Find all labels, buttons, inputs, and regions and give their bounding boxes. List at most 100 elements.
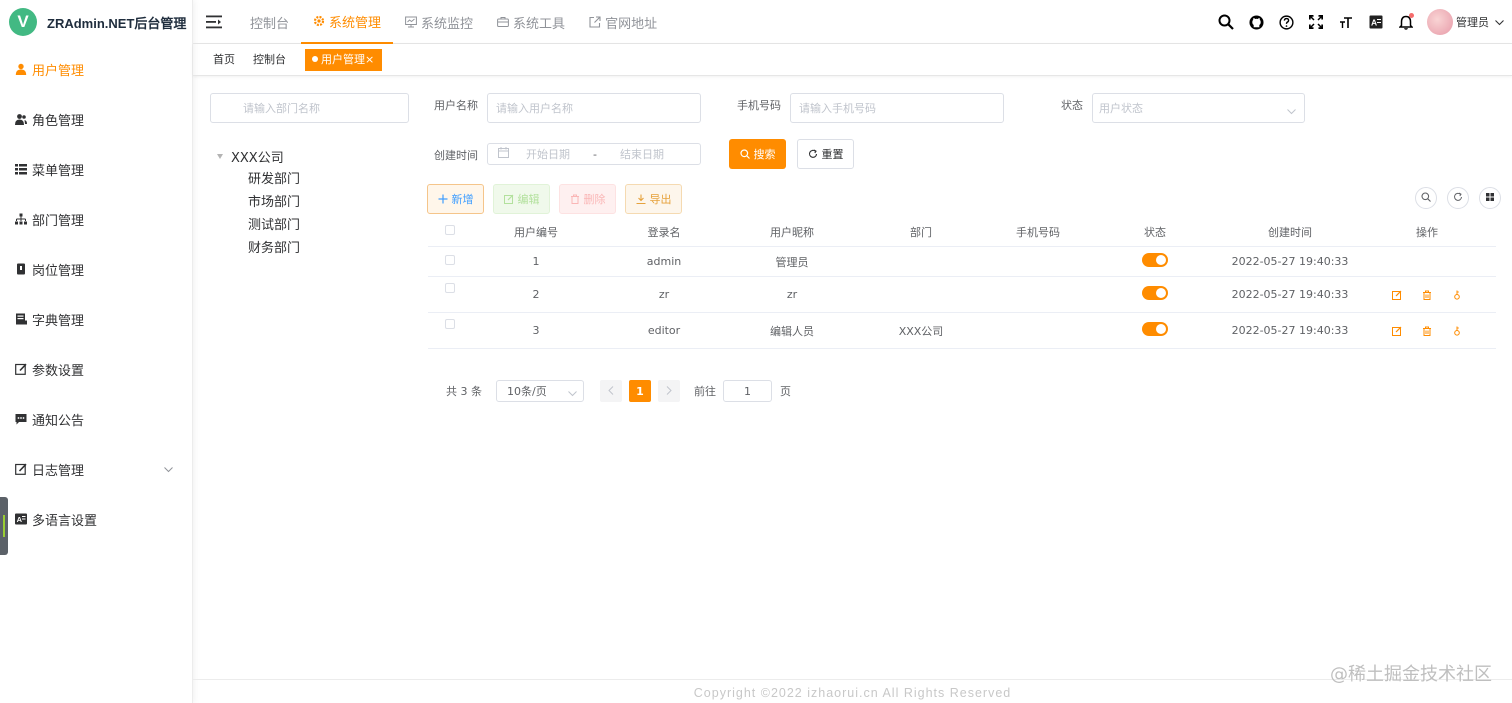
close-icon[interactable]: × [365, 53, 374, 66]
sidebar-item-dept[interactable]: 部门管理 [0, 194, 192, 244]
sidebar-item-language[interactable]: A 多语言设置 [0, 494, 192, 544]
col-header[interactable]: 手机号码 [986, 224, 1090, 240]
settings-drawer-handle[interactable] [0, 497, 8, 555]
columns-button[interactable] [1479, 187, 1501, 209]
date-end[interactable]: 结束日期 [620, 146, 664, 162]
tree-node[interactable]: 研发部门 [217, 168, 300, 191]
sidebar-item-config[interactable]: 参数设置 [0, 344, 192, 394]
external-link-icon [589, 16, 601, 28]
sidebar-item-log[interactable]: 日志管理 [0, 444, 192, 494]
key-icon[interactable] [1442, 326, 1472, 336]
edit-icon[interactable] [1382, 326, 1412, 336]
refresh-button[interactable] [1447, 187, 1469, 209]
goto-page-input[interactable]: 1 [723, 380, 772, 402]
status-switch[interactable] [1142, 253, 1168, 267]
toggle-search-button[interactable] [1415, 187, 1437, 209]
logo[interactable]: V ZRAdmin.NET后台管理 [0, 0, 192, 44]
table-row[interactable]: 3 editor 编辑人员 XXX公司 2022-05-27 19:40:33 [428, 313, 1496, 349]
refresh-icon [808, 149, 818, 159]
reset-button[interactable]: 重置 [797, 139, 854, 169]
tree-node[interactable]: 测试部门 [217, 214, 300, 237]
trash-icon [570, 194, 580, 204]
edit-icon[interactable] [1382, 290, 1412, 300]
row-checkbox[interactable] [445, 255, 455, 265]
sidebar-item-role[interactable]: 角色管理 [0, 94, 192, 144]
col-header[interactable]: 用户昵称 [728, 224, 856, 240]
key-icon[interactable] [1442, 290, 1472, 300]
col-header[interactable]: 登录名 [600, 224, 728, 240]
placeholder: 用户状态 [1099, 102, 1143, 115]
tree-node[interactable]: 市场部门 [217, 191, 300, 214]
chevron-down-icon[interactable] [1495, 15, 1504, 29]
col-header[interactable]: 部门 [856, 224, 986, 240]
tag-dashboard[interactable]: 控制台 [245, 49, 294, 71]
avatar[interactable] [1427, 9, 1453, 35]
add-button[interactable]: 新增 [427, 184, 484, 214]
user-name[interactable]: 管理员 [1456, 14, 1489, 30]
col-header[interactable]: 状态 [1090, 224, 1220, 240]
delete-button[interactable]: 删除 [559, 184, 616, 214]
trash-icon[interactable] [1412, 326, 1442, 336]
sidebar-item-dict[interactable]: 字典管理 [0, 294, 192, 344]
copyright: Copyright ©2022 izhaorui.cn All Rights R… [693, 686, 1012, 700]
search-button[interactable]: 搜索 [729, 139, 786, 169]
language-icon: A [15, 513, 27, 525]
phone-input[interactable]: 请输入手机号码 [790, 93, 1004, 123]
row-checkbox[interactable] [445, 283, 455, 293]
bell-icon[interactable] [1391, 7, 1421, 37]
placeholder: 请输入部门名称 [243, 102, 320, 115]
export-button[interactable]: 导出 [625, 184, 682, 214]
pagination: 共 3 条 10条/页 1 前往 1 页 [446, 380, 791, 402]
post-icon [15, 263, 27, 275]
role-icon [15, 113, 27, 125]
status-switch[interactable] [1142, 322, 1168, 336]
table-row[interactable]: 2 zr zr 2022-05-27 19:40:33 [428, 277, 1496, 313]
font-size-icon[interactable] [1331, 7, 1361, 37]
tree-node[interactable]: 财务部门 [217, 237, 300, 260]
col-header[interactable]: 用户编号 [472, 224, 600, 240]
topnav-system[interactable]: 系统管理 [301, 0, 394, 44]
topbar: 控制台 系统管理 系统监控 系统工具 官网地址 A 管理员 [193, 0, 1512, 44]
username-input[interactable]: 请输入用户名称 [487, 93, 701, 123]
date-start[interactable]: 开始日期 [526, 146, 570, 162]
sidebar-item-label: 字典管理 [32, 313, 85, 329]
status-select[interactable]: 用户状态 [1092, 93, 1305, 123]
github-icon[interactable] [1241, 7, 1271, 37]
row-checkbox[interactable] [445, 319, 455, 329]
topnav-website[interactable]: 官网地址 [577, 0, 669, 44]
tree-node-root[interactable]: XXX公司 [217, 145, 300, 168]
next-page-button[interactable] [658, 380, 680, 402]
chevron-down-icon [568, 387, 577, 400]
topnav-dashboard[interactable]: 控制台 [238, 0, 301, 44]
date-range-picker[interactable]: 开始日期 - 结束日期 [487, 143, 701, 165]
tag-user-management[interactable]: 用户管理× [305, 49, 383, 71]
sidebar-item-menu[interactable]: 菜单管理 [0, 144, 192, 194]
col-header[interactable]: 创建时间 [1220, 224, 1360, 240]
topnav-tools[interactable]: 系统工具 [485, 0, 577, 44]
trash-icon[interactable] [1412, 290, 1442, 300]
tag-home[interactable]: 首页 [205, 49, 243, 71]
topnav-monitor[interactable]: 系统监控 [393, 0, 485, 44]
language-icon[interactable]: A [1361, 7, 1391, 37]
edit-button[interactable]: 编辑 [493, 184, 550, 214]
col-header: 操作 [1416, 225, 1438, 239]
sidebar-item-user[interactable]: 用户管理 [0, 44, 192, 94]
dept-search-input[interactable]: 请输入部门名称 [210, 93, 409, 123]
cell-nick: 编辑人员 [770, 324, 814, 338]
search-icon[interactable] [1211, 7, 1241, 37]
fullscreen-icon[interactable] [1301, 7, 1331, 37]
sidebar-item-notice[interactable]: 通知公告 [0, 394, 192, 444]
cell-dept: XXX公司 [898, 324, 944, 338]
caret-down-icon[interactable] [217, 154, 223, 159]
page-number-current[interactable]: 1 [629, 380, 651, 402]
prev-page-button[interactable] [600, 380, 622, 402]
page-size-select[interactable]: 10条/页 [496, 380, 584, 402]
table-row[interactable]: 1 admin 管理员 2022-05-27 19:40:33 [428, 247, 1496, 277]
help-icon[interactable] [1271, 7, 1301, 37]
sidebar-item-label: 参数设置 [32, 363, 85, 379]
hamburger-icon[interactable] [206, 15, 222, 29]
select-all-checkbox[interactable] [445, 225, 455, 235]
sidebar-item-post[interactable]: 岗位管理 [0, 244, 192, 294]
status-switch[interactable] [1142, 286, 1168, 300]
table-header: 用户编号 登录名 用户昵称 部门 手机号码 状态 创建时间 操作 [428, 217, 1496, 247]
